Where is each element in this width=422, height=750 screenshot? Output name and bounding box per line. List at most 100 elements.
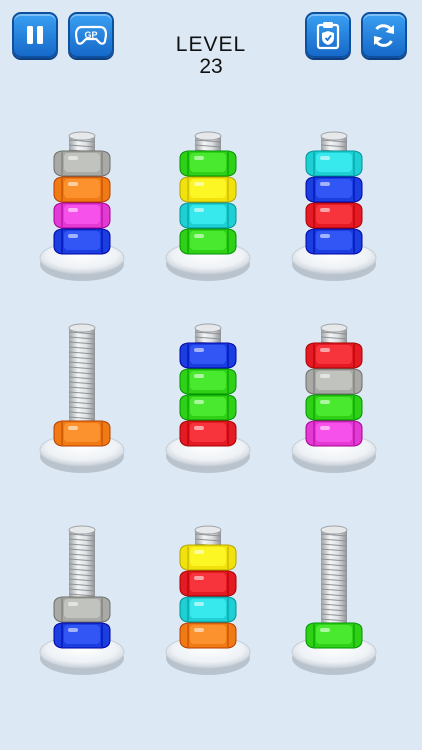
game-board: [39, 131, 377, 675]
nut-face: [64, 599, 100, 618]
nut-red[interactable]: [179, 420, 237, 447]
nut-face: [316, 345, 352, 364]
nut-highlight: [194, 234, 204, 238]
nut-red[interactable]: [305, 342, 363, 369]
nut-highlight: [194, 426, 204, 430]
nut-face: [190, 345, 226, 364]
nut-face: [64, 205, 100, 224]
bolt-tip: [194, 323, 222, 333]
nut-face: [64, 179, 100, 198]
bolt-tip: [194, 131, 222, 141]
nut-highlight: [68, 628, 78, 632]
nut-green[interactable]: [305, 622, 363, 649]
nut-gray[interactable]: [53, 596, 111, 623]
nut-highlight: [68, 208, 78, 212]
bolt-5[interactable]: [165, 323, 251, 473]
nut-gray[interactable]: [53, 150, 111, 177]
bolt-tip: [68, 323, 96, 333]
bolt-tip: [320, 131, 348, 141]
nut-face: [190, 153, 226, 172]
nut-highlight: [194, 374, 204, 378]
nut-face: [190, 573, 226, 592]
nut-face: [316, 179, 352, 198]
nut-face: [316, 231, 352, 250]
nut-face: [64, 423, 100, 442]
nut-cyan[interactable]: [305, 150, 363, 177]
nut-face: [316, 397, 352, 416]
bolt-tip: [320, 323, 348, 333]
nut-orange[interactable]: [179, 622, 237, 649]
nut-orange[interactable]: [53, 420, 111, 447]
bolt-4[interactable]: [39, 323, 125, 473]
nut-highlight: [320, 182, 330, 186]
bolt-7[interactable]: [39, 525, 125, 675]
nut-highlight: [320, 208, 330, 212]
nut-red[interactable]: [179, 570, 237, 597]
nut-face: [64, 231, 100, 250]
nut-face: [64, 153, 100, 172]
bolt-1[interactable]: [39, 131, 125, 281]
nut-blue[interactable]: [53, 622, 111, 649]
bolt-tip: [68, 525, 96, 535]
nut-highlight: [68, 234, 78, 238]
nut-green[interactable]: [179, 368, 237, 395]
bolt-tip: [68, 131, 96, 141]
nut-highlight: [194, 182, 204, 186]
nut-highlight: [194, 576, 204, 580]
nut-highlight: [194, 208, 204, 212]
nut-magenta[interactable]: [305, 420, 363, 447]
nut-face: [190, 371, 226, 390]
nut-cyan[interactable]: [179, 596, 237, 623]
nut-highlight: [320, 426, 330, 430]
nut-yellow[interactable]: [179, 544, 237, 571]
nut-yellow[interactable]: [179, 176, 237, 203]
nut-blue[interactable]: [179, 342, 237, 369]
nut-highlight: [320, 234, 330, 238]
nut-highlight: [194, 628, 204, 632]
nut-face: [190, 205, 226, 224]
bolt-6[interactable]: [291, 323, 377, 473]
nut-face: [190, 231, 226, 250]
nut-gray[interactable]: [305, 368, 363, 395]
nut-highlight: [68, 426, 78, 430]
nut-face: [316, 371, 352, 390]
nut-blue[interactable]: [53, 228, 111, 255]
nut-face: [190, 179, 226, 198]
nut-blue[interactable]: [305, 176, 363, 203]
nut-highlight: [320, 156, 330, 160]
nut-face: [190, 423, 226, 442]
bolt-8[interactable]: [165, 525, 251, 675]
nut-face: [64, 625, 100, 644]
nut-highlight: [320, 628, 330, 632]
nut-highlight: [194, 400, 204, 404]
nut-green[interactable]: [179, 228, 237, 255]
nut-highlight: [194, 602, 204, 606]
nut-magenta[interactable]: [53, 202, 111, 229]
nut-green[interactable]: [305, 394, 363, 421]
nut-face: [190, 625, 226, 644]
nut-highlight: [68, 156, 78, 160]
nut-face: [190, 547, 226, 566]
nut-highlight: [68, 602, 78, 606]
nut-highlight: [194, 156, 204, 160]
nut-face: [316, 153, 352, 172]
nut-red[interactable]: [305, 202, 363, 229]
nut-orange[interactable]: [53, 176, 111, 203]
nut-blue[interactable]: [305, 228, 363, 255]
nut-face: [316, 205, 352, 224]
bolt-9[interactable]: [291, 525, 377, 675]
nut-highlight: [194, 348, 204, 352]
bolt-3[interactable]: [291, 131, 377, 281]
bolt-2[interactable]: [165, 131, 251, 281]
nut-face: [316, 423, 352, 442]
bolt-tip: [320, 525, 348, 535]
nut-cyan[interactable]: [179, 202, 237, 229]
nut-highlight: [320, 374, 330, 378]
nut-face: [190, 599, 226, 618]
nut-green[interactable]: [179, 150, 237, 177]
nut-face: [316, 625, 352, 644]
nut-highlight: [194, 550, 204, 554]
nut-green[interactable]: [179, 394, 237, 421]
nut-highlight: [320, 400, 330, 404]
nut-highlight: [320, 348, 330, 352]
